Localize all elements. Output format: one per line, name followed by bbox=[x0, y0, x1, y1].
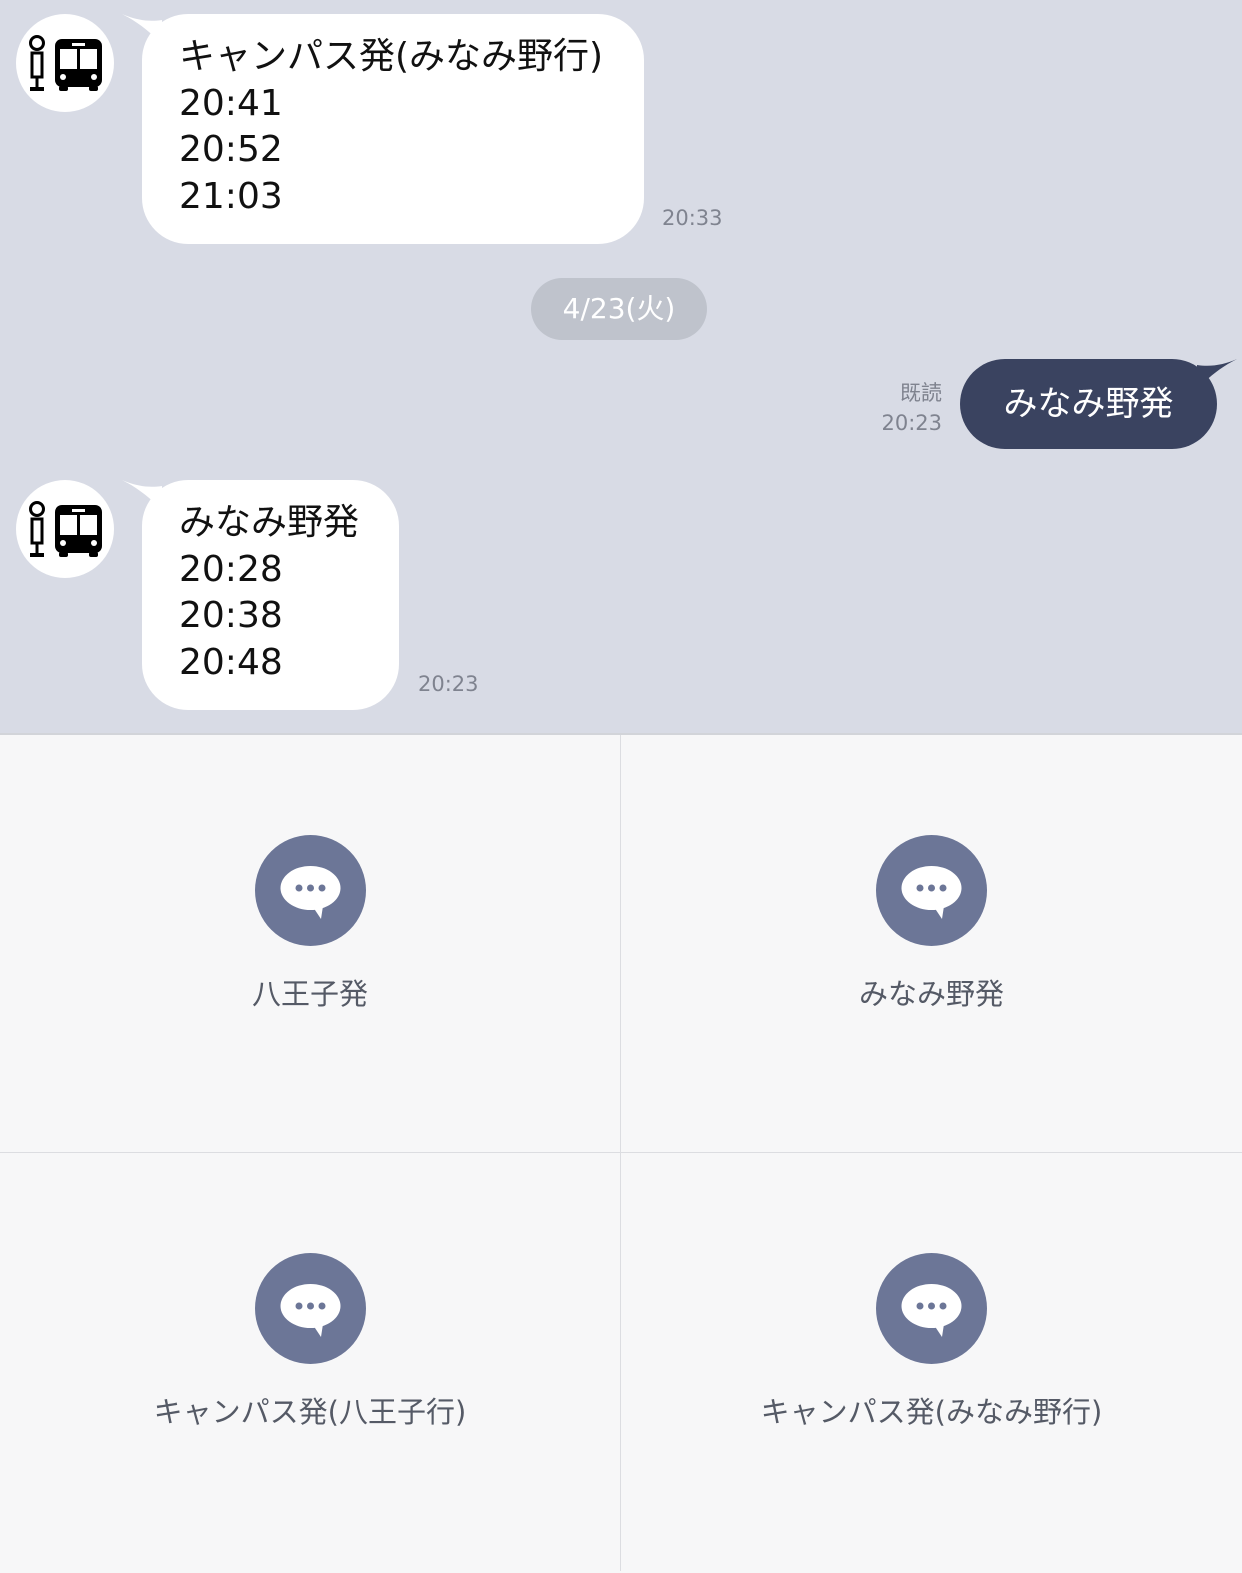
bot-avatar[interactable] bbox=[16, 14, 114, 112]
bubble-tail bbox=[122, 480, 162, 510]
read-receipt: 既読 20:23 bbox=[881, 378, 942, 438]
message-line: 20:41 bbox=[179, 82, 283, 124]
menu-button-campus-to-minamino[interactable]: キャンパス発(みなみ野行) bbox=[621, 1153, 1242, 1571]
chat-area[interactable]: キャンパス発(みなみ野行) 20:41 20:52 21:03 20:33 4/… bbox=[0, 0, 1242, 733]
rich-menu: 八王子発 みなみ野発 キャンパス発(八王子行) キャンパス発(みなみ野行) bbox=[0, 733, 1242, 1573]
read-label: 既読 bbox=[900, 381, 942, 405]
message-line: 21:03 bbox=[179, 175, 283, 217]
bus-stop-icon bbox=[29, 35, 102, 91]
menu-label: キャンパス発(八王子行) bbox=[153, 1395, 467, 1429]
sent-message-bubble[interactable]: みなみ野発 bbox=[960, 359, 1237, 449]
message-line: 20:38 bbox=[179, 595, 283, 636]
message-line: 20:52 bbox=[179, 129, 283, 170]
chat-bubble-icon bbox=[255, 1253, 366, 1364]
menu-label: キャンパス発(みなみ野行) bbox=[760, 1395, 1103, 1429]
chat-bubble-icon bbox=[876, 835, 987, 946]
chat-bubble-icon bbox=[255, 835, 366, 946]
message-line: 20:28 bbox=[179, 548, 283, 590]
menu-button-minamino[interactable]: みなみ野発 bbox=[621, 735, 1242, 1153]
bot-avatar[interactable] bbox=[16, 480, 114, 578]
sent-timestamp: 20:23 bbox=[881, 411, 942, 435]
message-line: みなみ野発 bbox=[179, 502, 360, 543]
menu-button-hachioji[interactable]: 八王子発 bbox=[0, 735, 621, 1153]
menu-label: 八王子発 bbox=[251, 977, 368, 1011]
message-bubble[interactable]: みなみ野発 20:28 20:38 20:48 bbox=[122, 480, 399, 710]
message-bubble[interactable]: キャンパス発(みなみ野行) 20:41 20:52 21:03 bbox=[122, 14, 644, 244]
message-line: キャンパス発(みなみ野行) bbox=[179, 36, 604, 77]
bus-stop-icon bbox=[29, 501, 102, 557]
bubble-tail bbox=[1197, 359, 1237, 389]
message-line: 20:48 bbox=[179, 641, 283, 683]
menu-button-campus-to-hachioji[interactable]: キャンパス発(八王子行) bbox=[0, 1153, 621, 1571]
message-timestamp: 20:33 bbox=[662, 206, 723, 230]
chat-bubble-icon bbox=[876, 1253, 987, 1364]
date-separator: 4/23(火) bbox=[531, 278, 707, 340]
menu-label: みなみ野発 bbox=[858, 977, 1004, 1011]
message-timestamp: 20:23 bbox=[418, 672, 479, 696]
bubble-tail bbox=[122, 14, 162, 44]
sent-message-text: みなみ野発 bbox=[1003, 384, 1174, 424]
